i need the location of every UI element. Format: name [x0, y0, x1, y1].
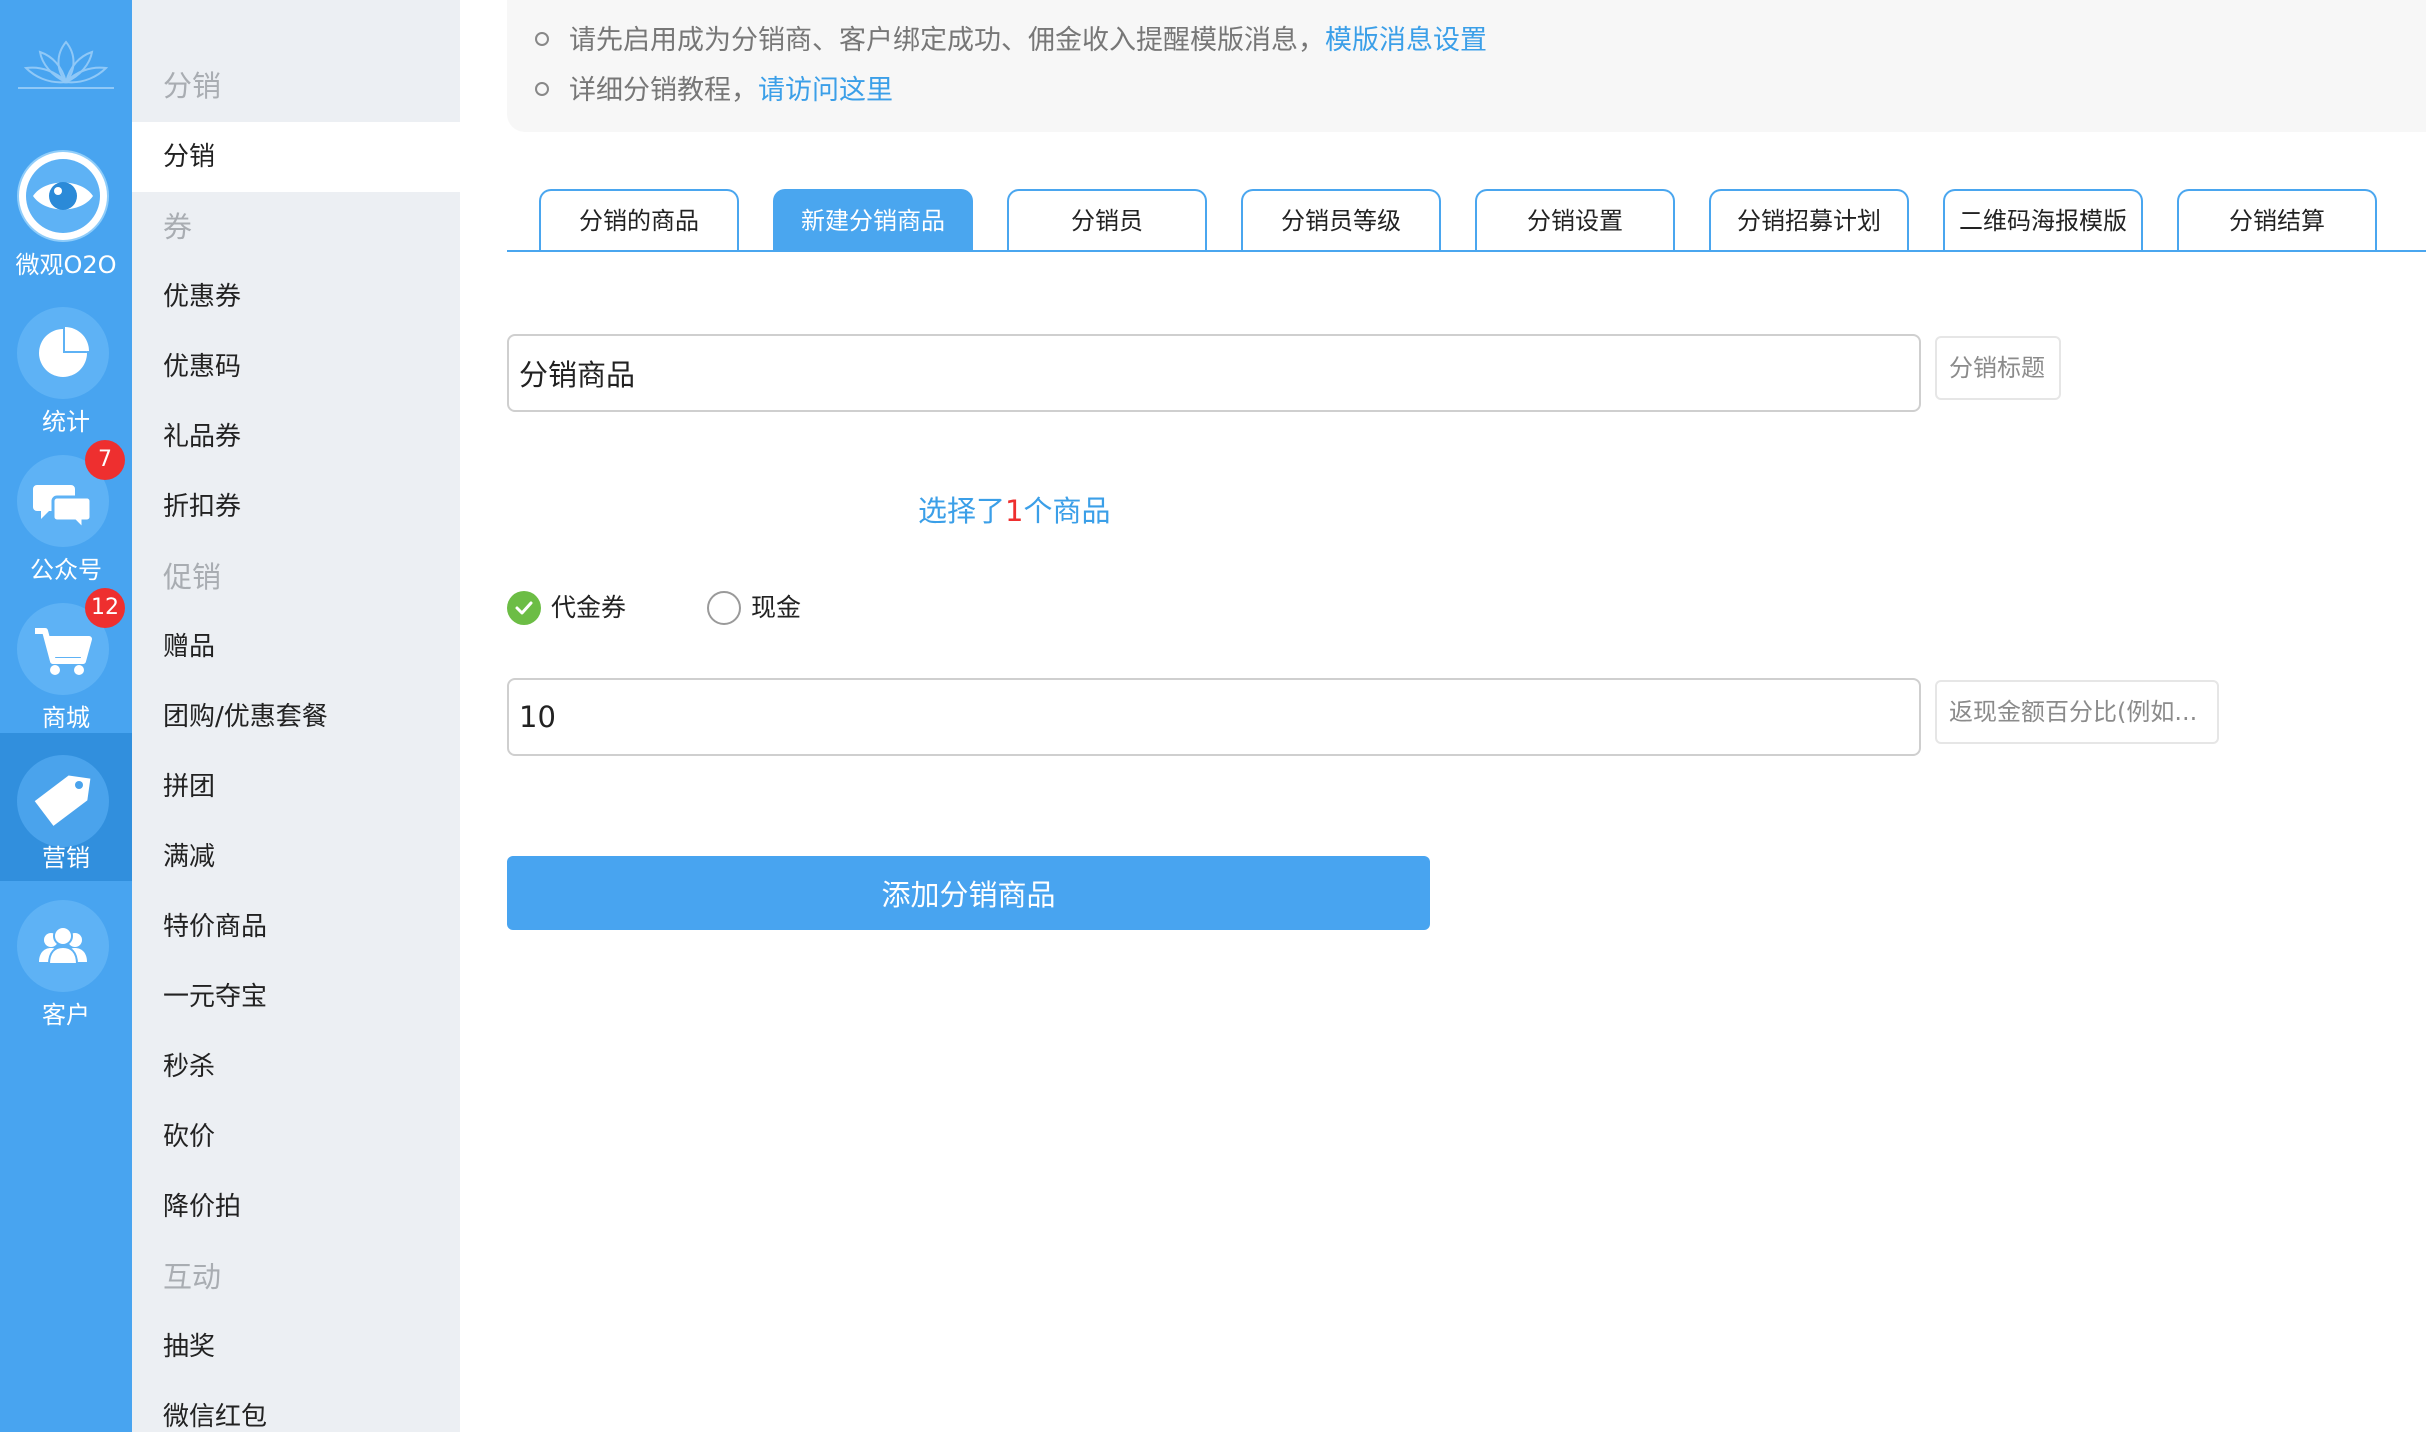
submenu-item-group-buy[interactable]: 团购/优惠套餐	[132, 682, 460, 752]
submenu-item-team-buy[interactable]: 拼团	[132, 752, 460, 822]
add-distribution-product-button[interactable]: 添加分销商品	[507, 856, 1430, 930]
notice-line-template: 请先启用成为分销商、客户绑定成功、佣金收入提醒模版消息，模版消息设置	[535, 18, 1487, 57]
pie-chart-icon	[17, 307, 109, 399]
tab-distribution-settings[interactable]: 分销设置	[1475, 189, 1675, 250]
lotus-logo-icon	[12, 30, 120, 100]
app-rail: 微观O2O 统计 7 公众号 12 商城 营销 客户	[0, 0, 132, 1432]
rail-label: 公众号	[30, 556, 102, 584]
submenu-item-coupon-code[interactable]: 优惠码	[132, 332, 460, 402]
submenu-item-label: 拼团	[163, 772, 216, 802]
cash-radio[interactable]	[707, 591, 741, 625]
rail-label: 统计	[42, 408, 90, 436]
rail-label: 营销	[42, 844, 90, 872]
submenu-item-label: 砍价	[163, 1122, 216, 1152]
submenu-group-coupons: 券	[132, 192, 460, 262]
tabs-underline	[507, 250, 2426, 252]
submenu-item-label: 优惠码	[163, 352, 242, 382]
notice-line-tutorial: 详细分销教程，请访问这里	[535, 68, 893, 107]
submenu-item-lottery[interactable]: 抽奖	[132, 1312, 460, 1382]
submenu-item-label: 一元夺宝	[163, 982, 268, 1012]
marketing-submenu: 分销 分销 券 优惠券 优惠码 礼品券 折扣券 促销 赠品 团购/优惠套餐 拼团…	[132, 0, 460, 1432]
submenu-item-label: 折扣券	[163, 492, 242, 522]
tab-distributors[interactable]: 分销员	[1007, 189, 1207, 250]
rail-item-mall[interactable]: 12 商城	[0, 588, 132, 751]
tab-qr-poster-template[interactable]: 二维码海报模版	[1943, 189, 2143, 250]
voucher-radio-label: 代金券	[551, 593, 627, 622]
submenu-item-discount-voucher[interactable]: 折扣券	[132, 472, 460, 542]
select-suffix: 个商品	[1023, 494, 1111, 528]
submenu-item-label: 降价拍	[163, 1192, 242, 1222]
submenu-item-one-yuan[interactable]: 一元夺宝	[132, 962, 460, 1032]
group-heading: 券	[163, 210, 193, 244]
submenu-item-label: 礼品券	[163, 422, 242, 452]
submenu-item-label: 优惠券	[163, 282, 242, 312]
notice-box: 请先启用成为分销商、客户绑定成功、佣金收入提醒模版消息，模版消息设置 详细分销教…	[507, 0, 2426, 132]
tab-new-distribution-product[interactable]: 新建分销商品	[773, 189, 973, 250]
submenu-item-special-price[interactable]: 特价商品	[132, 892, 460, 962]
checkmark-icon	[515, 601, 533, 615]
eye-icon	[17, 150, 109, 242]
rail-item-o2o[interactable]: 微观O2O	[0, 150, 132, 298]
template-settings-link[interactable]: 模版消息设置	[1325, 25, 1487, 56]
select-prefix: 选择了	[918, 494, 1006, 528]
bullet-icon	[535, 31, 549, 46]
tab-distributor-levels[interactable]: 分销员等级	[1241, 189, 1441, 250]
submenu-group-promotion: 促销	[132, 542, 460, 612]
unread-badge: 7	[85, 440, 125, 480]
order-badge: 12	[85, 588, 125, 628]
submenu-item-bargain[interactable]: 砍价	[132, 1102, 460, 1172]
cash-radio-label: 现金	[751, 593, 802, 622]
rail-label: 商城	[42, 704, 90, 732]
submenu-item-distribution[interactable]: 分销	[132, 122, 460, 192]
bullet-icon	[535, 81, 549, 96]
group-heading: 促销	[163, 560, 222, 594]
notice-text: 详细分销教程，	[569, 75, 758, 106]
submenu-item-label: 满减	[163, 842, 216, 872]
submenu-item-coupon[interactable]: 优惠券	[132, 262, 460, 332]
submenu-item-label: 抽奖	[163, 1332, 216, 1362]
percent-input[interactable]	[507, 678, 1921, 756]
tag-icon	[17, 755, 109, 847]
submenu-item-gift-voucher[interactable]: 礼品券	[132, 402, 460, 472]
submenu-item-flash-sale[interactable]: 秒杀	[132, 1032, 460, 1102]
rail-label: 微观O2O	[15, 251, 117, 279]
voucher-radio[interactable]	[507, 591, 541, 625]
submenu-item-red-packet[interactable]: 微信红包	[132, 1382, 460, 1432]
users-icon	[17, 900, 109, 992]
group-heading: 互动	[163, 1260, 222, 1294]
rail-item-customers[interactable]: 客户	[0, 900, 132, 1048]
submenu-item-full-reduction[interactable]: 满减	[132, 822, 460, 892]
submenu-item-label: 微信红包	[163, 1402, 268, 1432]
tab-distribution-products[interactable]: 分销的商品	[539, 189, 739, 250]
tab-recruitment-plan[interactable]: 分销招募计划	[1709, 189, 1909, 250]
submenu-item-label: 团购/优惠套餐	[163, 702, 328, 732]
group-heading: 分销	[163, 69, 222, 103]
percent-hint: 返现金额百分比(例如...	[1935, 680, 2219, 744]
submenu-group-interaction: 互动	[132, 1242, 460, 1312]
chat-bubbles-icon: 7	[17, 440, 125, 547]
submenu-item-label: 秒杀	[163, 1052, 216, 1082]
rail-item-marketing[interactable]: 营销	[0, 733, 132, 881]
cart-icon: 12	[17, 588, 125, 695]
submenu-item-label: 赠品	[163, 632, 216, 662]
rail-item-stats[interactable]: 统计	[0, 307, 132, 455]
rail-item-wechat[interactable]: 7 公众号	[0, 440, 132, 603]
submenu-item-gift[interactable]: 赠品	[132, 612, 460, 682]
submenu-item-label: 分销	[163, 142, 216, 172]
title-hint: 分销标题	[1935, 336, 2061, 400]
rail-label: 客户	[42, 1001, 90, 1029]
submenu-group-distribution: 分销	[132, 51, 460, 121]
tab-distribution-settlement[interactable]: 分销结算	[2177, 189, 2377, 250]
selected-count: 1	[1005, 494, 1024, 528]
tutorial-link[interactable]: 请访问这里	[758, 75, 893, 106]
submenu-item-dutch-auction[interactable]: 降价拍	[132, 1172, 460, 1242]
title-input[interactable]	[507, 334, 1921, 412]
select-products-link[interactable]: 选择了1个商品	[918, 488, 1110, 530]
submenu-item-label: 特价商品	[163, 912, 268, 942]
notice-text: 请先启用成为分销商、客户绑定成功、佣金收入提醒模版消息，	[569, 25, 1325, 56]
